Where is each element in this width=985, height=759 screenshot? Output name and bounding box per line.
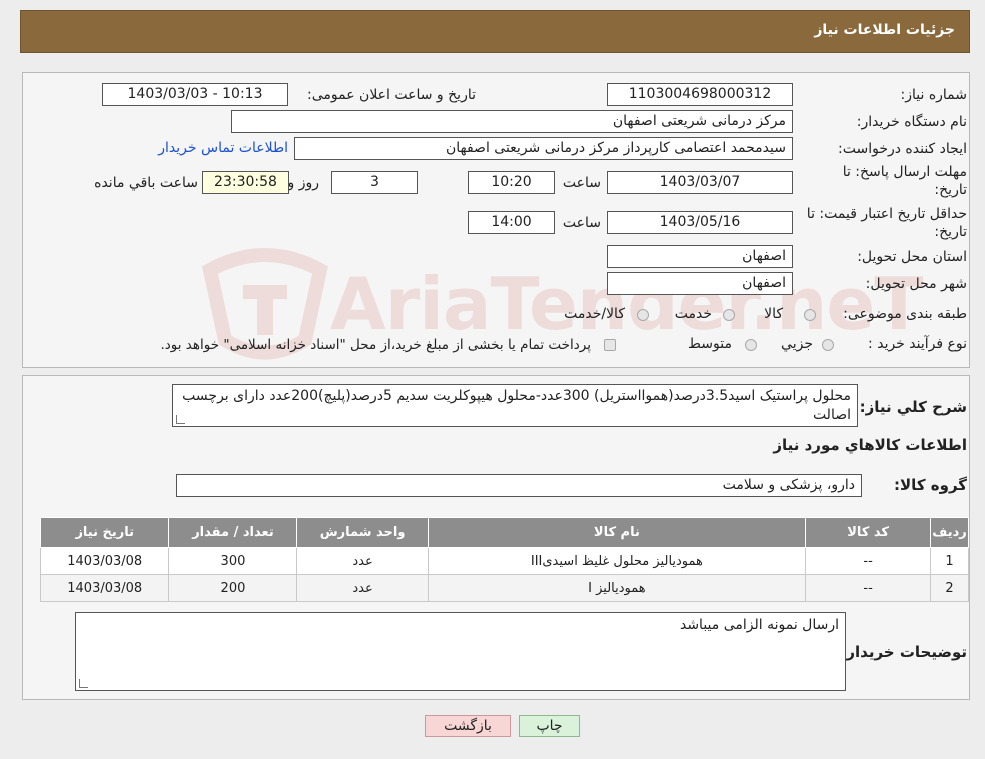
items-table-header: رديف کد کالا نام کالا واحد شمارش تعداد /… xyxy=(39,517,969,548)
item-unit: عدد xyxy=(296,547,429,575)
deadline-label: مهلت ارسال پاسخ: تا xyxy=(842,164,967,180)
item-code: -- xyxy=(805,574,932,602)
process-radio-medium[interactable] xyxy=(745,339,757,351)
item-quantity: 200 xyxy=(168,574,298,602)
buyer-notes-box: ارسال نمونه الزامی میباشد xyxy=(75,612,846,691)
price-validity-label: حداقل تاریخ اعتبار قیمت: تا xyxy=(806,206,967,222)
goods-group-label: گروه کالا: xyxy=(894,476,967,494)
item-name: همودیالیز محلول غلیظ اسیدیIII xyxy=(427,547,807,575)
general-description-label: شرح کلي نياز: xyxy=(859,398,967,416)
price-validity-time-field: 14:00 xyxy=(468,211,555,234)
announce-datetime-field: 1403/03/03 - 10:13 xyxy=(102,83,288,106)
deadline-time-field: 10:20 xyxy=(468,171,555,194)
page-title: جزئیات اطلاعات نیاز xyxy=(814,22,955,38)
price-validity-date-field: 1403/05/16 xyxy=(607,211,793,234)
item-code: -- xyxy=(805,547,932,575)
col-item-name: نام کالا xyxy=(427,517,807,548)
category-radio-goods-service[interactable] xyxy=(637,309,649,321)
deadline-date-field: 1403/03/07 xyxy=(607,171,793,194)
general-description-text: محلول پراستیک اسید3.5درصد(هموااستریل) 30… xyxy=(172,384,858,427)
col-row-number: رديف xyxy=(930,517,969,548)
buyer-org-field: مرکز درمانی شریعتی اصفهان xyxy=(231,110,793,133)
general-description-value: محلول پراستیک اسید3.5درصد(هموااستریل) 30… xyxy=(182,388,851,423)
creator-field: سیدمحمد اعتصامی کارپرداز مرکز درمانی شری… xyxy=(294,137,793,160)
buyer-notes-label: توضیحات خریدار: xyxy=(840,643,967,661)
row-number: 1 xyxy=(930,547,969,575)
category-radio-service[interactable] xyxy=(723,309,735,321)
category-label: طبقه بندی موضوعی: xyxy=(843,306,967,322)
print-button[interactable]: چاپ xyxy=(519,715,580,737)
need-number-field: 1103004698000312 xyxy=(607,83,793,106)
process-radio-minor[interactable] xyxy=(822,339,834,351)
process-checkbox-treasury[interactable] xyxy=(604,339,616,351)
price-validity-time-label: ساعت xyxy=(562,215,601,231)
process-option-minor: جزيي xyxy=(781,336,813,352)
resize-handle-icon[interactable] xyxy=(79,679,88,688)
remaining-time-label: ساعت باقي مانده xyxy=(94,175,198,191)
buyer-notes-value: ارسال نمونه الزامی میباشد xyxy=(679,617,839,633)
item-quantity: 300 xyxy=(168,547,298,575)
province-label: استان محل تحویل: xyxy=(857,249,967,265)
city-field: اصفهان xyxy=(607,272,793,295)
item-unit: عدد xyxy=(296,574,429,602)
table-row: 2 -- همودیالیز I عدد 200 1403/03/08 xyxy=(39,574,969,602)
row-number: 2 xyxy=(930,574,969,602)
price-validity-label-line2: تاریخ: xyxy=(934,224,967,240)
category-option-goods: کالا xyxy=(764,306,783,322)
buyer-contact-link[interactable]: اطلاعات تماس خریدار xyxy=(158,140,288,156)
deadline-time-label: ساعت xyxy=(562,175,601,191)
remaining-time-field: 23:30:58 xyxy=(202,171,289,194)
announce-label: تاریخ و ساعت اعلان عمومی: xyxy=(307,87,476,103)
items-table: رديف کد کالا نام کالا واحد شمارش تعداد /… xyxy=(39,517,969,602)
city-label: شهر محل تحویل: xyxy=(865,276,967,292)
back-button[interactable]: بازگشت xyxy=(425,715,511,737)
remaining-days-field: 3 xyxy=(331,171,418,194)
goods-group-field: دارو، پزشکی و سلامت xyxy=(176,474,862,497)
items-section-title: اطلاعات کالاهاي مورد نياز xyxy=(773,436,967,454)
col-need-date: تاريخ نياز xyxy=(39,517,170,548)
item-need-date: 1403/03/08 xyxy=(39,574,170,602)
deadline-label-line2: تاریخ: xyxy=(934,182,967,198)
item-need-date: 1403/03/08 xyxy=(39,547,170,575)
province-field: اصفهان xyxy=(607,245,793,268)
item-name: همودیالیز I xyxy=(427,574,807,602)
col-quantity: تعداد / مقدار xyxy=(168,517,298,548)
treasury-payment-note: پرداخت تمام یا بخشی از مبلغ خرید،از محل … xyxy=(160,337,591,353)
col-unit: واحد شمارش xyxy=(296,517,429,548)
buyer-org-label: نام دستگاه خریدار: xyxy=(856,114,967,130)
process-type-label: نوع فرآیند خرید : xyxy=(868,336,967,352)
col-item-code: کد کالا xyxy=(805,517,932,548)
category-radio-goods[interactable] xyxy=(804,309,816,321)
table-row: 1 -- همودیالیز محلول غلیظ اسیدیIII عدد 3… xyxy=(39,547,969,575)
category-option-goods-service: کالا/خدمت xyxy=(564,306,625,322)
creator-label: ایجاد کننده درخواست: xyxy=(838,141,967,157)
resize-handle-icon[interactable] xyxy=(176,415,185,424)
category-option-service: خدمت xyxy=(674,306,712,322)
days-label: روز و xyxy=(287,175,320,191)
need-number-label: شماره نیاز: xyxy=(900,87,968,103)
process-option-medium: متوسط xyxy=(688,336,732,352)
